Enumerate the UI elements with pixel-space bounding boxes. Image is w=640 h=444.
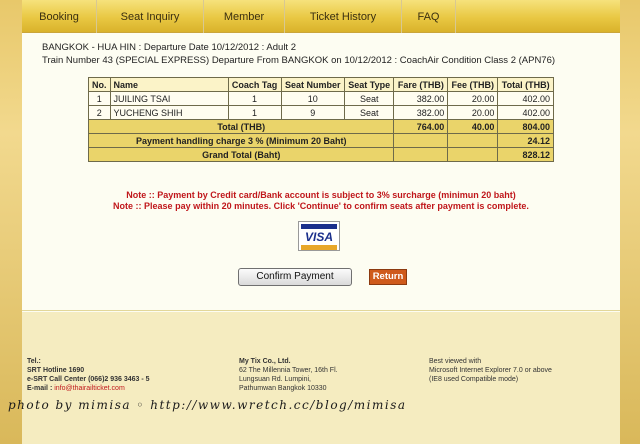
photo-watermark: photo by mimisa ◦ http://www.wretch.cc/b… — [8, 398, 407, 412]
cell-seat-type: Seat — [343, 91, 395, 106]
cell-no: 1 — [88, 91, 111, 106]
cell-fare: 382.00 — [393, 91, 449, 106]
handling-empty-1 — [393, 133, 449, 148]
col-seat-type: Seat Type — [343, 77, 395, 92]
trip-summary: BANGKOK - HUA HIN : Departure Date 10/12… — [42, 42, 296, 53]
booking-table: No. Name Coach Tag Seat Number Seat Type… — [87, 77, 554, 162]
footer-browser: Best viewed with Microsoft Internet Expl… — [429, 357, 552, 384]
footer-browser-1: Best viewed with — [429, 358, 482, 365]
footer-address-2: Lungsuan Rd. Lumpini, — [239, 376, 311, 383]
footer-contact: Tel.: SRT Hotline 1690 e-SRT Call Center… — [27, 357, 150, 393]
handling-label: Payment handling charge 3 % (Minimum 20 … — [87, 133, 395, 148]
nav-seat-inquiry[interactable]: Seat Inquiry — [97, 0, 204, 33]
cell-coach: 1 — [227, 91, 282, 106]
table-row: 1 JUILING TSAI 1 10 Seat 382.00 20.00 40… — [88, 91, 554, 106]
visa-logo-icon[interactable]: VISA — [298, 221, 340, 251]
table-header: No. Name Coach Tag Seat Number Seat Type… — [88, 77, 554, 92]
surcharge-note: Note :: Payment by Credit card/Bank acco… — [126, 190, 516, 200]
visa-label: VISA — [304, 230, 333, 244]
divider — [22, 310, 620, 311]
payment-time-note: Note :: Please pay within 20 minutes. Cl… — [113, 201, 529, 211]
footer-company: My Tix Co., Ltd. 62 The Millennia Tower,… — [239, 357, 338, 393]
col-total: Total (THB) — [497, 77, 554, 92]
footer-email: E-mail : info@thairailticket.com — [27, 384, 150, 393]
nav-ticket-history[interactable]: Ticket History — [285, 0, 402, 33]
nav-booking[interactable]: Booking — [22, 0, 97, 33]
col-name: Name — [109, 77, 229, 92]
grand-total-label: Grand Total (Baht) — [87, 147, 395, 162]
footer-address-1: 62 The Millennia Tower, 16th Fl. — [239, 367, 338, 374]
table-row: 2 YUCHENG SHIH 1 9 Seat 382.00 20.00 402… — [88, 105, 554, 120]
grand-empty-1 — [393, 147, 449, 162]
handling-empty-2 — [447, 133, 499, 148]
cell-seat: 9 — [280, 105, 345, 120]
cell-total: 402.00 — [497, 91, 554, 106]
total-fee: 40.00 — [447, 119, 499, 134]
train-summary: Train Number 43 (SPECIAL EXPRESS) Depart… — [42, 55, 556, 66]
cell-fare: 382.00 — [393, 105, 449, 120]
footer-company-name: My Tix Co., Ltd. — [239, 358, 291, 365]
footer-call-center: e-SRT Call Center (066)2 936 3463 - 5 — [27, 376, 150, 383]
col-fare: Fare (THB) — [393, 77, 449, 92]
return-button[interactable]: Return — [369, 269, 407, 285]
handling-value: 24.12 — [497, 133, 554, 148]
cell-fee: 20.00 — [447, 105, 499, 120]
grand-empty-2 — [447, 147, 499, 162]
footer-tel-label: Tel.: — [27, 358, 41, 365]
col-seat-number: Seat Number — [280, 77, 345, 92]
main-content: BANGKOK - HUA HIN : Departure Date 10/12… — [22, 33, 620, 333]
handling-row: Payment handling charge 3 % (Minimum 20 … — [87, 133, 554, 148]
footer-browser-3: (IE8 used Compatible mode) — [429, 376, 519, 383]
cell-name: YUCHENG SHIH — [109, 105, 229, 120]
cell-total: 402.00 — [497, 105, 554, 120]
cell-no: 2 — [88, 105, 111, 120]
col-fee: Fee (THB) — [447, 77, 499, 92]
total-fare: 764.00 — [393, 119, 449, 134]
col-coach-tag: Coach Tag — [227, 77, 282, 92]
cell-coach: 1 — [227, 105, 282, 120]
footer: Tel.: SRT Hotline 1690 e-SRT Call Center… — [22, 312, 620, 444]
total-row: Total (THB) 764.00 40.00 804.00 — [87, 119, 554, 134]
visa-band-gold — [301, 245, 337, 250]
grand-total-row: Grand Total (Baht) 828.12 — [87, 147, 554, 162]
cell-seat-type: Seat — [343, 105, 395, 120]
cell-fee: 20.00 — [447, 91, 499, 106]
col-no: No. — [88, 77, 111, 92]
top-nav: Booking Seat Inquiry Member Ticket Histo… — [22, 0, 620, 33]
footer-hotline: SRT Hotline 1690 — [27, 367, 85, 374]
footer-browser-2: Microsoft Internet Explorer 7.0 or above — [429, 367, 552, 374]
footer-email-label: E-mail : — [27, 385, 53, 392]
page-frame: Booking Seat Inquiry Member Ticket Histo… — [22, 0, 620, 444]
confirm-payment-button[interactable]: Confirm Payment — [238, 268, 352, 286]
cell-name: JUILING TSAI — [109, 91, 229, 106]
total-label: Total (THB) — [87, 119, 395, 134]
trip-info: BANGKOK - HUA HIN : Departure Date 10/12… — [42, 41, 555, 67]
cell-seat: 10 — [280, 91, 345, 106]
grand-total-value: 828.12 — [497, 147, 554, 162]
nav-faq[interactable]: FAQ — [402, 0, 456, 33]
nav-member[interactable]: Member — [204, 0, 285, 33]
total-amount: 804.00 — [497, 119, 554, 134]
footer-email-link[interactable]: info@thairailticket.com — [54, 385, 125, 392]
footer-address-3: Pathumwan Bangkok 10330 — [239, 385, 327, 392]
